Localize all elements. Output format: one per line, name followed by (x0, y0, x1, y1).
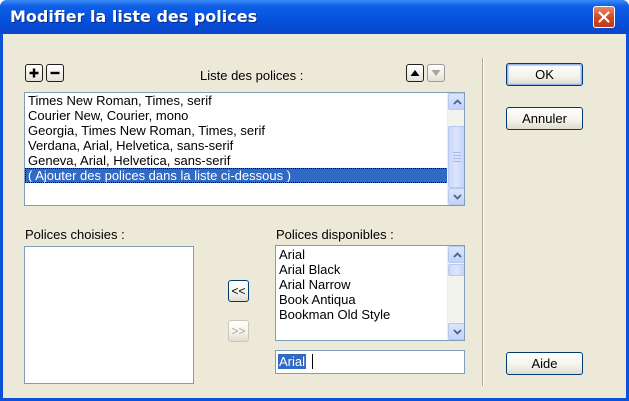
available-fonts-listbox[interactable]: Arial Arial Black Arial Narrow Book Antiqua… (275, 245, 465, 341)
chevron-up-icon (453, 99, 462, 105)
chosen-fonts-listbox[interactable] (24, 246, 194, 384)
list-item[interactable]: Bookman Old Style (276, 307, 464, 322)
scroll-up-button[interactable] (448, 93, 464, 110)
available-fonts-items: Arial Arial Black Arial Narrow Book Antiqua… (276, 246, 464, 322)
font-list-label: Liste des polices : (200, 68, 304, 83)
list-item[interactable]: Georgia, Times New Roman, Times, serif (25, 123, 464, 138)
font-name-input-value: Arial (278, 354, 307, 369)
chevron-down-icon (453, 194, 462, 200)
add-font-button[interactable]: << (228, 280, 249, 302)
vertical-separator (482, 58, 484, 386)
move-up-button[interactable] (406, 64, 424, 82)
available-fonts-label: Polices disponibles : (276, 227, 394, 242)
list-item[interactable]: Verdana, Arial, Helvetica, sans-serif (25, 138, 464, 153)
list-item[interactable]: Book Antiqua (276, 292, 464, 307)
window-title: Modifier la liste des polices (10, 7, 258, 26)
remove-font-set-button[interactable] (46, 64, 64, 82)
chosen-fonts-label: Polices choisies : (25, 227, 125, 242)
chevron-down-icon (453, 329, 462, 335)
minus-icon (50, 71, 60, 75)
chevron-up-icon (453, 252, 462, 258)
move-down-button[interactable] (427, 64, 445, 82)
list-item[interactable]: Courier New, Courier, mono (25, 108, 464, 123)
list-item[interactable]: Arial Narrow (276, 277, 464, 292)
list-item[interactable]: ( Ajouter des polices dans la liste ci-d… (25, 168, 464, 183)
remove-font-button[interactable]: >> (228, 320, 249, 342)
scroll-thumb[interactable] (448, 126, 464, 188)
available-fonts-scrollbar[interactable] (447, 246, 464, 340)
font-list-listbox[interactable]: Times New Roman, Times, serif Courier New… (24, 92, 465, 206)
dialog-body: Liste des polices : Times New Roman, Tim… (3, 34, 626, 398)
add-font-set-button[interactable] (25, 64, 43, 82)
font-list-items: Times New Roman, Times, serif Courier New… (25, 93, 464, 183)
scroll-up-button[interactable] (448, 246, 464, 263)
dialog-window: Modifier la liste des polices Liste des … (0, 0, 629, 401)
list-item[interactable]: Arial (276, 247, 464, 262)
list-item[interactable]: Arial Black (276, 262, 464, 277)
help-button[interactable]: Aide (506, 352, 583, 375)
text-caret (312, 354, 313, 369)
list-item[interactable]: Geneva, Arial, Helvetica, sans-serif (25, 153, 464, 168)
font-name-input[interactable]: Arial (275, 350, 465, 374)
plus-icon (29, 68, 39, 78)
cancel-button[interactable]: Annuler (506, 107, 583, 130)
scroll-down-button[interactable] (448, 188, 464, 205)
ok-button[interactable]: OK (506, 63, 583, 86)
scroll-thumb[interactable] (448, 264, 464, 276)
triangle-down-icon (431, 70, 441, 76)
close-icon (598, 11, 610, 23)
font-list-scrollbar[interactable] (447, 93, 464, 205)
triangle-up-icon (410, 70, 420, 76)
list-item[interactable]: Times New Roman, Times, serif (25, 93, 464, 108)
title-bar[interactable]: Modifier la liste des polices (0, 0, 629, 34)
scroll-down-button[interactable] (448, 323, 464, 340)
close-button[interactable] (593, 6, 615, 28)
